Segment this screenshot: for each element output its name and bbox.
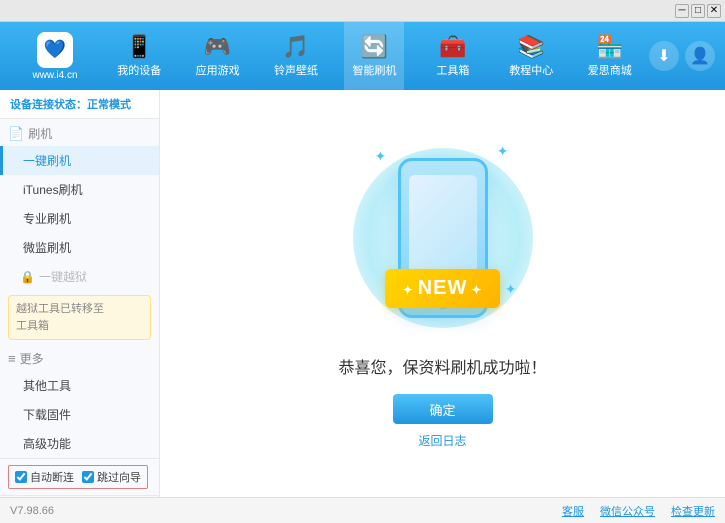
sidebar-pro-flash[interactable]: 专业刷机 — [0, 204, 159, 233]
section-flash: 📄 刷机 — [0, 119, 159, 146]
maximize-btn[interactable]: □ — [691, 4, 705, 18]
success-message: 恭喜您，保资料刷机成功啦！ — [338, 354, 546, 378]
nav-shop[interactable]: 🏪 爱思商城 — [580, 22, 640, 90]
skip-wizard-checkbox[interactable]: 跳过向导 — [82, 469, 141, 485]
check-update-link[interactable]: 检查更新 — [671, 503, 715, 519]
my-device-label: 我的设备 — [117, 62, 161, 78]
lock-icon: 🔒 — [20, 270, 35, 284]
sparkle-2: ✦ — [497, 143, 509, 160]
nav-tools[interactable]: 🧰 工具箱 — [423, 22, 483, 90]
logo-text: www.i4.cn — [32, 70, 77, 81]
flash-label: 智能刷机 — [352, 62, 396, 78]
main-layout: 设备连接状态：正常模式 📄 刷机 一键刷机 iTunes刷机 专业刷机 微监刷机… — [0, 90, 725, 497]
header: 💙 www.i4.cn 📱 我的设备 🎮 应用游戏 🎵 铃声壁纸 🔄 智能刷机 … — [0, 22, 725, 90]
ringtone-icon: 🎵 — [282, 34, 309, 60]
logo-area: 💙 www.i4.cn — [10, 32, 100, 81]
apps-label: 应用游戏 — [196, 62, 240, 78]
status-label: 设备连接状态： — [10, 99, 87, 111]
sidebar: 设备连接状态：正常模式 📄 刷机 一键刷机 iTunes刷机 专业刷机 微监刷机… — [0, 90, 160, 497]
apps-icon: 🎮 — [204, 34, 231, 60]
nav-apps[interactable]: 🎮 应用游戏 — [188, 22, 248, 90]
sparkle-3: ✦ — [505, 281, 517, 298]
section-more-label: 更多 — [20, 350, 44, 367]
bottom-bar: V7.98.66 客服 微信公众号 检查更新 — [0, 497, 725, 523]
user-btn[interactable]: 👤 — [685, 41, 715, 71]
bottom-left: V7.98.66 — [10, 505, 562, 517]
nav-right: ⬇ 👤 — [649, 41, 715, 71]
status-value: 正常模式 — [87, 99, 131, 111]
sidebar-other-tools[interactable]: 其他工具 — [0, 371, 159, 400]
section-flash-label: 刷机 — [28, 125, 52, 142]
sidebar-advanced[interactable]: 高级功能 — [0, 429, 159, 458]
minimize-btn[interactable]: ─ — [675, 4, 689, 18]
nav-my-device[interactable]: 📱 我的设备 — [109, 22, 169, 90]
auto-disconnect-checkbox[interactable]: 自动断连 — [15, 469, 74, 485]
download-btn[interactable]: ⬇ — [649, 41, 679, 71]
tools-label: 工具箱 — [436, 62, 469, 78]
customer-service-link[interactable]: 客服 — [562, 503, 584, 519]
tutorial-label: 教程中心 — [509, 62, 553, 78]
sidebar-one-click-flash[interactable]: 一键刷机 — [0, 146, 159, 175]
logo-icon: 💙 — [37, 32, 73, 68]
new-badge: NEW — [385, 269, 501, 308]
close-btn[interactable]: ✕ — [707, 4, 721, 18]
ringtone-label: 铃声壁纸 — [274, 62, 318, 78]
tools-icon: 🧰 — [439, 34, 466, 60]
phone-illustration: ✦ ✦ ✦ NEW — [363, 138, 523, 338]
sidebar-micro-flash[interactable]: 微监刷机 — [0, 233, 159, 262]
sidebar-itunes-flash[interactable]: iTunes刷机 — [0, 175, 159, 204]
sidebar-jailbreak-disabled: 🔒 一键越狱 — [0, 262, 159, 291]
version-label: V7.98.66 — [10, 505, 54, 517]
device-info: 📱 iPhone 12 mini 64GB Down-12mini-13,1 — [0, 495, 159, 497]
nav-tutorial[interactable]: 📚 教程中心 — [501, 22, 561, 90]
connection-status: 设备连接状态：正常模式 — [0, 90, 159, 119]
section-flash-icon: 📄 — [8, 126, 24, 142]
section-more-icon: ≡ — [8, 351, 16, 366]
nav-items: 📱 我的设备 🎮 应用游戏 🎵 铃声壁纸 🔄 智能刷机 🧰 工具箱 📚 教程中心… — [100, 22, 649, 90]
sparkle-1: ✦ — [375, 148, 387, 165]
nav-flash[interactable]: 🔄 智能刷机 — [344, 22, 404, 90]
tutorial-icon: 📚 — [518, 34, 545, 60]
nav-ringtone[interactable]: 🎵 铃声壁纸 — [266, 22, 326, 90]
shop-icon: 🏪 — [596, 34, 623, 60]
title-bar: ─ □ ✕ — [0, 0, 725, 22]
my-device-icon: 📱 — [126, 34, 153, 60]
confirm-button[interactable]: 确定 — [393, 394, 493, 424]
cancel-link[interactable]: 返回日志 — [418, 432, 466, 449]
wechat-link[interactable]: 微信公众号 — [600, 503, 655, 519]
flash-icon: 🔄 — [361, 34, 388, 60]
bottom-right: 客服 微信公众号 检查更新 — [562, 503, 715, 519]
content-area: ✦ ✦ ✦ NEW 恭喜您，保资料刷机成功啦！ 确定 返回日志 — [160, 90, 725, 497]
sidebar-download-firmware[interactable]: 下载固件 — [0, 400, 159, 429]
jailbreak-notice: 越狱工具已转移至工具箱 — [8, 295, 151, 340]
section-more: ≡ 更多 — [0, 344, 159, 371]
shop-label: 爱思商城 — [588, 62, 632, 78]
